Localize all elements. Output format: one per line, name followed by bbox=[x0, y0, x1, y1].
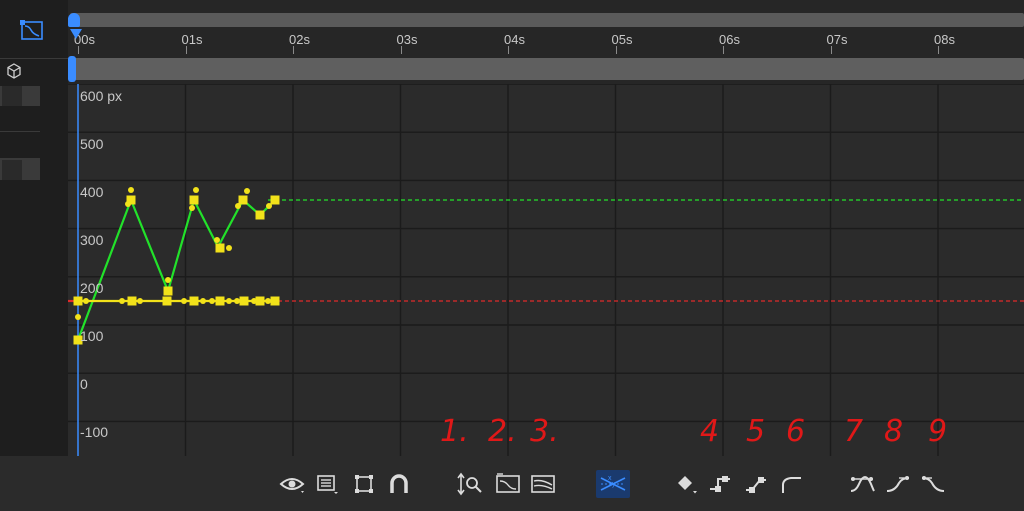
y-axis-label: 300 bbox=[80, 232, 104, 248]
keyframe-diamond-icon[interactable] bbox=[673, 470, 701, 498]
keyframe-square[interactable] bbox=[270, 195, 280, 205]
y-axis-label: 100 bbox=[80, 328, 104, 344]
time-ruler[interactable]: 00s 01s 02s 03s 04s 05s 06s 07s 08s bbox=[68, 0, 1024, 56]
time-ruler-label: 03s bbox=[396, 32, 418, 47]
property-swatch[interactable] bbox=[2, 160, 22, 180]
playhead-marker[interactable] bbox=[70, 29, 82, 39]
y-axis-label: 500 bbox=[80, 136, 104, 152]
keyframe-handle[interactable] bbox=[214, 237, 220, 243]
keyframe-handle[interactable] bbox=[235, 203, 241, 209]
convert-linear-icon[interactable] bbox=[742, 470, 770, 498]
time-ruler-label: 01s bbox=[181, 32, 203, 47]
annotation-number: 1. bbox=[440, 414, 469, 449]
graph-editor-icon[interactable] bbox=[20, 20, 46, 42]
time-ruler-tick bbox=[830, 46, 832, 54]
keyframe-handle[interactable] bbox=[128, 187, 134, 193]
keyframe-square[interactable] bbox=[162, 296, 172, 306]
y-axis-label: 400 bbox=[80, 184, 104, 200]
y-axis-label: 200 bbox=[80, 280, 104, 296]
keyframe-handle[interactable] bbox=[266, 203, 272, 209]
keyframe-handle[interactable] bbox=[265, 298, 271, 304]
time-ruler-tick bbox=[400, 46, 402, 54]
keyframe-square[interactable] bbox=[189, 296, 199, 306]
time-ruler-tick bbox=[615, 46, 617, 54]
annotation-number: 2. bbox=[488, 414, 517, 449]
y-axis-label: 0 bbox=[80, 376, 88, 392]
y-axis-label: 600 px bbox=[80, 88, 123, 104]
time-ruler-tick bbox=[78, 46, 79, 54]
keyframe-handle[interactable] bbox=[234, 298, 240, 304]
easy-ease-out-icon[interactable] bbox=[919, 470, 947, 498]
time-ruler-label: 02s bbox=[289, 32, 310, 47]
graph-editor-toolbar: xy bbox=[0, 456, 1024, 511]
convert-hold-icon[interactable] bbox=[706, 470, 734, 498]
layer-panel bbox=[0, 0, 68, 511]
green-curve bbox=[76, 196, 276, 341]
annotation-number: 9 bbox=[928, 414, 948, 449]
keyframe-handle[interactable] bbox=[251, 298, 257, 304]
time-ruler-label: 08s bbox=[934, 32, 955, 47]
time-ruler-tick bbox=[508, 46, 509, 54]
zoom-vertical-icon[interactable] bbox=[456, 470, 484, 498]
keyframe-square[interactable] bbox=[238, 195, 248, 205]
keyframe-square[interactable] bbox=[215, 296, 225, 306]
keyframe-handle[interactable] bbox=[244, 188, 250, 194]
fit-selection-icon[interactable] bbox=[494, 470, 522, 498]
keyframe-square[interactable] bbox=[127, 296, 137, 306]
eye-icon[interactable] bbox=[278, 470, 306, 498]
layer-duration-bar[interactable] bbox=[68, 56, 1024, 84]
annotation-number: 4 bbox=[700, 414, 720, 449]
keyframe-handle[interactable] bbox=[83, 298, 89, 304]
keyframe-handle[interactable] bbox=[119, 298, 125, 304]
time-ruler-label: 06s bbox=[719, 32, 740, 47]
keyframe-handle[interactable] bbox=[137, 298, 143, 304]
time-ruler-tick bbox=[938, 46, 939, 54]
convert-auto-bezier-icon[interactable] bbox=[777, 470, 805, 498]
snap-magnet-icon[interactable] bbox=[385, 470, 413, 498]
playhead-handle[interactable] bbox=[68, 13, 80, 27]
graph-canvas[interactable] bbox=[68, 84, 1024, 456]
easy-ease-icon[interactable] bbox=[848, 470, 876, 498]
time-ruler-tick bbox=[723, 46, 724, 54]
keyframe-handle[interactable] bbox=[200, 298, 206, 304]
keyframe-handle[interactable] bbox=[193, 187, 199, 193]
keyframe-handle[interactable] bbox=[209, 298, 215, 304]
annotation-number: 8 bbox=[884, 414, 904, 449]
fit-all-icon[interactable] bbox=[529, 470, 557, 498]
time-ruler-tick bbox=[293, 46, 294, 54]
time-ruler-label: 05s bbox=[611, 32, 633, 47]
keyframe-square[interactable] bbox=[255, 210, 265, 220]
keyframe-handle[interactable] bbox=[226, 298, 232, 304]
keyframe-square[interactable] bbox=[73, 296, 83, 306]
time-ruler-label: 04s bbox=[504, 32, 525, 47]
separate-dimensions-icon[interactable]: xy bbox=[596, 470, 630, 498]
annotation-number: 7 bbox=[844, 414, 864, 449]
keyframe-handle[interactable] bbox=[181, 298, 187, 304]
keyframe-handle[interactable] bbox=[125, 201, 131, 207]
keyframe-handle[interactable] bbox=[165, 277, 171, 283]
keyframe-square[interactable] bbox=[215, 243, 225, 253]
y-axis-label: -100 bbox=[80, 424, 109, 440]
time-ruler-label: 07s bbox=[826, 32, 848, 47]
keyframe-handle[interactable] bbox=[189, 205, 195, 211]
keyframe-square[interactable] bbox=[270, 296, 280, 306]
keyframe-square[interactable] bbox=[189, 195, 199, 205]
annotation-number: 3. bbox=[530, 414, 559, 449]
keyframe-handle[interactable] bbox=[226, 245, 232, 251]
3d-cube-icon[interactable] bbox=[6, 63, 22, 79]
annotation-number: 6 bbox=[786, 414, 806, 449]
transform-box-icon[interactable] bbox=[350, 470, 378, 498]
property-swatch[interactable] bbox=[2, 86, 22, 106]
keyframe-handle[interactable] bbox=[75, 314, 81, 320]
keyframe-square[interactable] bbox=[163, 286, 173, 296]
annotation-number: 5 bbox=[746, 414, 766, 449]
graph-editor-area[interactable]: 600 px 500 400 300 200 100 0 -100 bbox=[68, 84, 1024, 456]
work-area-bar[interactable] bbox=[70, 13, 1024, 27]
time-ruler-tick bbox=[185, 46, 187, 54]
keyframe-square[interactable] bbox=[239, 296, 249, 306]
list-icon[interactable] bbox=[314, 470, 342, 498]
easy-ease-in-icon[interactable] bbox=[884, 470, 912, 498]
